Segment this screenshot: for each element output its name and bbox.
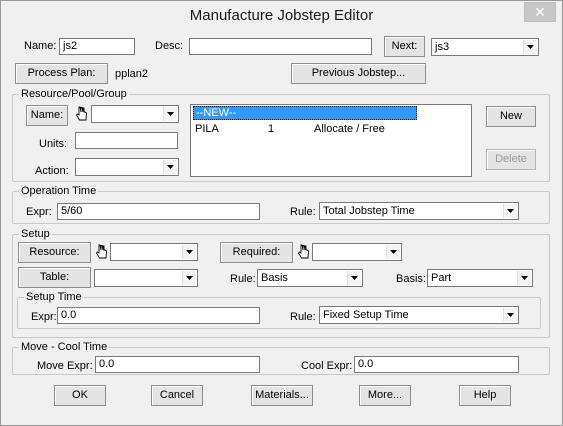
required-button[interactable]: Required: — [220, 242, 293, 263]
process-plan-value: pplan2 — [115, 68, 149, 80]
basis-value: Part — [431, 272, 452, 284]
setup-rule-value: Basis — [261, 272, 288, 284]
hand-pointer-icon[interactable] — [297, 243, 310, 261]
more-button[interactable]: More... — [359, 385, 411, 406]
resource-group-title: Resource/Pool/Group — [19, 88, 129, 100]
chevron-down-icon[interactable] — [517, 271, 531, 285]
resource-list[interactable]: --NEW-- PILA 1 Allocate / Free — [190, 104, 472, 177]
setup-time-rule-label: Rule: — [290, 311, 316, 323]
chevron-down-icon[interactable] — [163, 107, 177, 121]
setup-rule-select[interactable]: Basis — [257, 269, 363, 287]
setup-resource-button[interactable]: Resource: — [18, 242, 91, 263]
setup-time-rule-select[interactable]: Fixed Setup Time — [319, 306, 519, 324]
list-item-units: 1 — [268, 123, 275, 135]
setup-expr-label: Expr: — [31, 311, 57, 323]
cool-expr-label: Cool Expr: — [301, 360, 353, 372]
operation-rule-value: Total Jobstep Time — [323, 205, 415, 217]
table-select[interactable] — [94, 269, 198, 287]
basis-select[interactable]: Part — [427, 269, 533, 287]
next-select[interactable]: js3 — [431, 38, 539, 56]
materials-button[interactable]: Materials... — [251, 385, 313, 406]
units-label: Units: — [39, 138, 68, 150]
chevron-down-icon[interactable] — [182, 245, 196, 259]
operation-time-title: Operation Time — [19, 185, 99, 197]
desc-field[interactable] — [189, 38, 372, 55]
list-item-name: --NEW-- — [196, 107, 237, 119]
setup-rule-label: Rule: — [230, 273, 256, 285]
list-item-action: Allocate / Free — [314, 123, 385, 135]
list-item[interactable]: --NEW-- — [193, 106, 417, 120]
move-expr-field[interactable]: 0.0 — [95, 356, 260, 373]
hand-pointer-icon[interactable] — [75, 105, 88, 123]
operation-expr-field[interactable]: 5/60 — [57, 203, 260, 220]
name-label: Name: — [24, 40, 57, 52]
help-button[interactable]: Help — [459, 385, 511, 406]
operation-rule-label: Rule: — [290, 206, 316, 218]
next-button[interactable]: Next: — [384, 36, 425, 57]
setup-time-title: Setup Time — [24, 291, 84, 303]
ok-button[interactable]: OK — [54, 385, 106, 406]
chevron-down-icon[interactable] — [523, 40, 537, 54]
chevron-down-icon[interactable] — [182, 271, 196, 285]
list-item-name: PILA — [195, 123, 219, 135]
setup-title: Setup — [19, 228, 52, 240]
basis-label: Basis: — [396, 273, 426, 285]
setup-resource-select[interactable] — [110, 243, 198, 261]
hand-pointer-icon[interactable] — [95, 243, 108, 261]
resource-name-select[interactable] — [91, 105, 179, 123]
units-field[interactable] — [75, 132, 178, 149]
next-select-value: js3 — [435, 41, 450, 53]
chevron-down-icon[interactable] — [163, 160, 177, 174]
table-button[interactable]: Table: — [18, 267, 91, 288]
chevron-down-icon[interactable] — [347, 271, 361, 285]
resource-name-button[interactable]: Name: — [26, 105, 68, 126]
move-expr-label: Move Expr: — [37, 360, 93, 372]
action-select[interactable] — [75, 158, 179, 176]
chevron-down-icon[interactable] — [386, 245, 400, 259]
window-title: Manufacture Jobstep Editor — [189, 7, 374, 24]
chevron-down-icon[interactable] — [503, 204, 517, 218]
chevron-down-icon[interactable] — [503, 308, 517, 322]
move-cool-title: Move - Cool Time — [19, 341, 110, 353]
new-button[interactable]: New — [486, 106, 536, 127]
setup-expr-field[interactable]: 0.0 — [57, 307, 260, 324]
delete-button[interactable]: Delete — [486, 149, 536, 170]
desc-label: Desc: — [155, 40, 184, 52]
title-bar: Manufacture Jobstep Editor ✕ — [1, 1, 562, 31]
setup-time-rule-value: Fixed Setup Time — [323, 309, 409, 321]
close-button[interactable]: ✕ — [524, 2, 556, 22]
jobstep-editor-window: Manufacture Jobstep Editor ✕ Name: js2 D… — [0, 0, 563, 426]
process-plan-button[interactable]: Process Plan: — [15, 63, 108, 84]
cool-expr-field[interactable]: 0.0 — [354, 356, 519, 373]
list-item[interactable]: PILA 1 Allocate / Free — [193, 123, 417, 137]
action-label: Action: — [35, 165, 69, 177]
required-select[interactable] — [312, 243, 402, 261]
operation-expr-label: Expr: — [26, 206, 52, 218]
operation-rule-select[interactable]: Total Jobstep Time — [319, 202, 519, 220]
previous-jobstep-button[interactable]: Previous Jobstep... — [291, 63, 426, 84]
cancel-button[interactable]: Cancel — [151, 385, 203, 406]
name-field[interactable]: js2 — [59, 38, 135, 55]
